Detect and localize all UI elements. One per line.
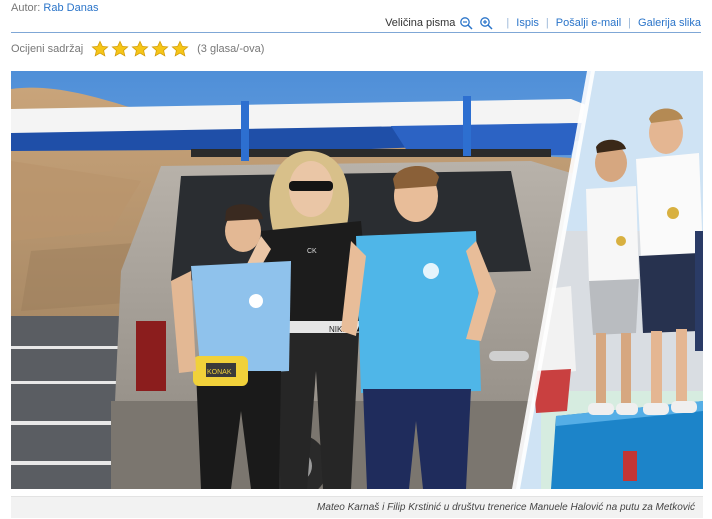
star-icon[interactable]	[151, 40, 169, 58]
zoom-out-icon[interactable]	[459, 16, 473, 30]
toolbar-divider	[11, 32, 701, 33]
gallery-link[interactable]: Galerija slika	[638, 17, 701, 29]
article-toolbar: Veličina pisma | Ispis | Pošalji e-mail …	[385, 14, 701, 32]
separator: |	[545, 17, 549, 29]
star-icon[interactable]	[171, 40, 189, 58]
email-link[interactable]: Pošalji e-mail	[556, 17, 621, 29]
article-author: Autor: Rab Danas	[11, 2, 98, 14]
print-link[interactable]: Ispis	[516, 17, 539, 29]
photo-caption: Mateo Karnaš i Filip Krstinić u društvu …	[11, 496, 703, 518]
star-icon[interactable]	[91, 40, 109, 58]
rating-stars	[91, 40, 191, 58]
separator: |	[506, 17, 510, 29]
star-icon[interactable]	[131, 40, 149, 58]
star-icon[interactable]	[111, 40, 129, 58]
rating-votes: (3 glasa/-ova)	[197, 43, 265, 55]
bag-text: KONAK	[207, 369, 232, 376]
photo-left: NIKE CK KONAK	[11, 71, 591, 489]
separator: |	[628, 17, 632, 29]
zoom-in-icon[interactable]	[479, 16, 493, 30]
article-photo[interactable]: NIKE CK KONAK	[11, 71, 703, 489]
font-size-label: Veličina pisma	[385, 17, 456, 29]
author-prefix: Autor:	[11, 2, 41, 14]
rating-label: Ocijeni sadržaj	[11, 43, 84, 55]
author-link[interactable]: Rab Danas	[43, 2, 98, 14]
shirt-text: CK	[307, 248, 317, 255]
rating-widget: Ocijeni sadržaj (3 glasa/-ova)	[11, 40, 264, 58]
